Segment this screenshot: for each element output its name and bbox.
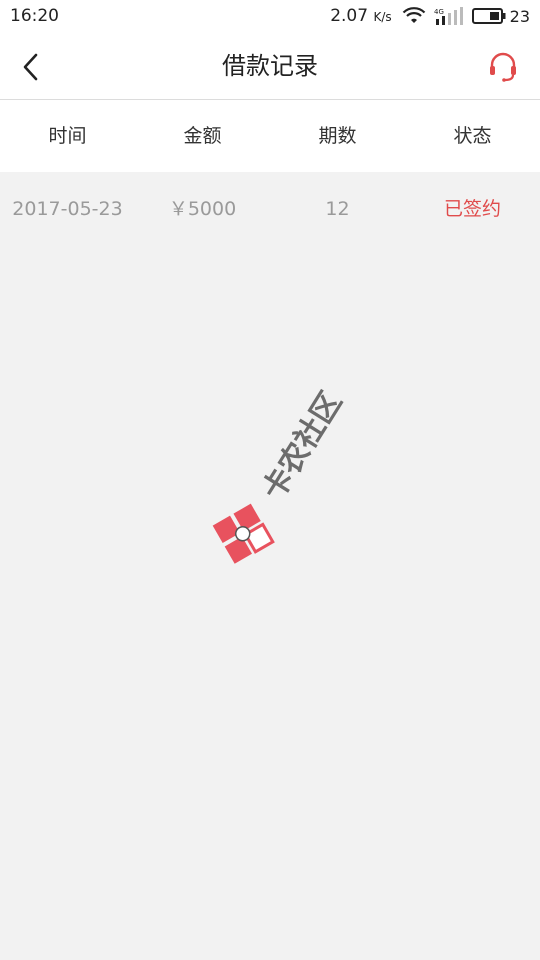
watermark-mark-icon — [212, 503, 275, 564]
network-speed: 2.07 K/s — [330, 6, 391, 26]
headset-icon — [490, 52, 516, 82]
status-time: 16:20 — [10, 6, 59, 26]
table-header: 时间 金额 期数 状态 — [0, 100, 540, 172]
column-header-amount: 金额 — [183, 125, 222, 147]
status-bar: 16:20 2.07 K/s 4G 23 — [0, 0, 540, 34]
cell-signal-icon: 4G — [434, 7, 463, 25]
signal-label: 4G — [434, 8, 444, 16]
cell-periods: 12 — [325, 198, 350, 220]
column-header-status: 状态 — [453, 125, 492, 147]
column-header-periods: 期数 — [318, 125, 357, 147]
status-indicators: 2.07 K/s 4G 23 — [330, 6, 530, 26]
cell-status: 已签约 — [443, 198, 501, 220]
network-speed-value: 2.07 — [330, 6, 369, 26]
cell-amount: ￥5000 — [168, 198, 237, 220]
wifi-icon — [402, 7, 425, 23]
nav-bar: 借款记录 — [0, 34, 540, 100]
watermark-text: 卡农社区 — [256, 386, 349, 506]
watermark-logo: 卡农社区 — [212, 386, 349, 564]
battery-level: 23 — [509, 6, 530, 26]
customer-service-button[interactable] — [486, 50, 520, 84]
page-title: 借款记录 — [222, 52, 318, 80]
battery-icon — [471, 8, 506, 24]
screen: 16:20 2.07 K/s 4G 23 借款记录 时间 金额 期数 状态 20… — [0, 0, 540, 960]
cell-date: 2017-05-23 — [12, 198, 123, 220]
table-row[interactable]: 2017-05-23 ￥5000 12 已签约 — [0, 172, 540, 246]
network-speed-unit: K/s — [373, 10, 392, 24]
column-header-time: 时间 — [48, 125, 87, 147]
